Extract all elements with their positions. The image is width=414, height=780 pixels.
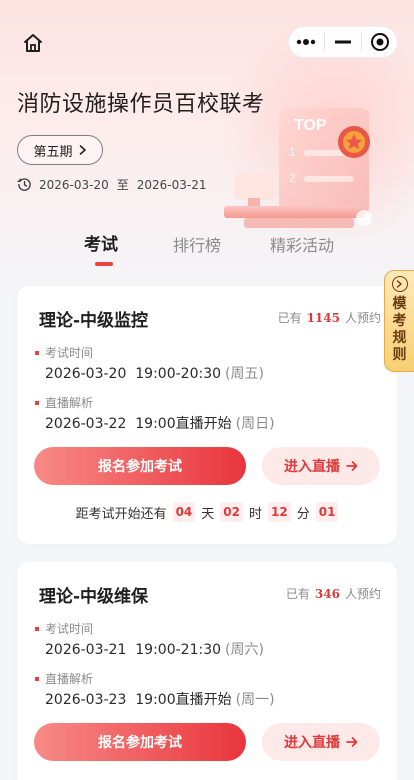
arrow-right-icon [346,461,358,471]
exam-time-label-text: 考试时间 [45,346,94,360]
period-label: 第五期 [33,144,73,160]
live-label-text: 直播解析 [45,672,94,686]
exam-rules-label: 模考规则 [392,296,407,363]
exam-time-value: 2026-03-21 19:00-21:30 (周六) [45,639,264,659]
tab-exam[interactable]: 考试 [84,230,118,255]
exam-time-label-text: 考试时间 [45,622,94,636]
reserve-suffix: 人预约 [344,587,381,601]
live-time-text: 2026-03-22 19:00直播开始 [45,416,232,432]
reserve-prefix: 已有 [277,311,302,325]
bullet-dot [35,626,39,631]
countdown-days-unit: 天 [201,506,215,522]
chevron-right-icon [79,145,86,155]
live-time-value: 2026-03-23 19:00直播开始 (周一) [45,689,275,709]
date-start: 2026-03-20 [39,177,109,192]
live-time-text: 2026-03-23 19:00直播开始 [45,692,232,708]
tab-activities[interactable]: 精彩活动 [270,232,334,256]
target-close-icon [371,33,390,51]
more-button[interactable] [291,27,321,57]
bullet-dot [35,676,39,681]
exam-card-title: 理论-中级监控 [39,311,149,331]
reserve-number: 346 [314,587,340,601]
bullet-dot [35,350,39,355]
chevron-circle-right-icon [391,276,408,292]
countdown-prefix: 距考试开始还有 [75,506,167,522]
close-miniprogram-button[interactable] [365,27,395,57]
exam-weekday: (周六) [225,642,264,658]
exam-weekday: (周五) [225,366,264,382]
exam-time-value: 2026-03-20 19:00-20:30 (周五) [45,363,264,383]
exam-time-text: 2026-03-20 19:00-20:30 [45,366,222,382]
exam-card: 理论-中级监控 已有 1145 人预约 考试时间 2026-03-20 19:0… [17,286,397,544]
exam-time-text: 2026-03-21 19:00-21:30 [45,642,222,658]
countdown-minutes-unit: 分 [296,506,310,522]
live-time-value: 2026-03-22 19:00直播开始 (周日) [45,413,275,433]
page-title: 消防设施操作员百校联考 [17,92,265,117]
minimize-button[interactable] [328,27,358,57]
home-button[interactable] [18,28,48,58]
signup-exam-button[interactable]: 报名参加考试 [34,447,246,485]
svg-text:1: 1 [289,145,296,159]
enter-live-label: 进入直播 [284,459,340,475]
enter-live-button[interactable]: 进入直播 [262,447,380,485]
reservation-count: 已有 346 人预约 [286,585,381,602]
trophy-illustration: TOP 1 2 [224,108,372,228]
tab-leaderboard[interactable]: 排行榜 [173,232,221,256]
signup-exam-button[interactable]: 报名参加考试 [34,723,246,761]
exam-time-label: 考试时间 [35,620,93,637]
countdown-seconds: 01 [315,502,339,522]
svg-text:2: 2 [289,171,296,185]
arrow-right-icon [346,737,358,747]
reservation-count: 已有 1145 人预约 [278,309,381,326]
enter-live-label: 进入直播 [284,735,340,751]
exam-rules-tab[interactable]: 模考规则 [384,270,414,372]
exam-date-range: 2026-03-20 至 2026-03-21 [17,176,207,193]
capsule-divider [361,33,363,51]
live-label-text: 直播解析 [45,396,94,410]
clock-icon [17,178,31,191]
bullet-dot [35,400,39,405]
live-weekday: (周一) [235,692,275,708]
capsule-divider [323,33,325,51]
exam-card-title: 理论-中级维保 [39,587,149,607]
countdown-days: 04 [172,502,196,522]
reserve-suffix: 人预约 [344,311,381,325]
exam-countdown: 距考试开始还有 04 天 02 时 12 分 01 [17,502,397,522]
reserve-prefix: 已有 [285,587,310,601]
illustration-top-text: TOP [294,117,327,134]
miniprogram-capsule [288,26,398,58]
enter-live-button[interactable]: 进入直播 [262,723,380,761]
tab-bar: 考试 排行榜 精彩活动 [0,230,414,270]
countdown-hours: 02 [220,502,243,522]
live-weekday: (周日) [235,416,275,432]
live-label: 直播解析 [35,394,93,411]
reserve-number: 1145 [306,311,340,325]
date-separator: 至 [116,178,129,192]
more-dots-icon [296,39,315,45]
active-tab-indicator [95,262,113,266]
period-selector[interactable]: 第五期 [17,135,103,165]
exam-card: 理论-中级维保 已有 346 人预约 考试时间 2026-03-21 19:00… [17,562,397,780]
date-end: 2026-03-21 [136,177,207,192]
home-icon [24,34,42,52]
live-label: 直播解析 [35,670,93,687]
countdown-hours-unit: 时 [249,506,263,522]
countdown-minutes: 12 [268,502,291,522]
minus-icon [334,40,351,44]
exam-time-label: 考试时间 [35,344,93,361]
